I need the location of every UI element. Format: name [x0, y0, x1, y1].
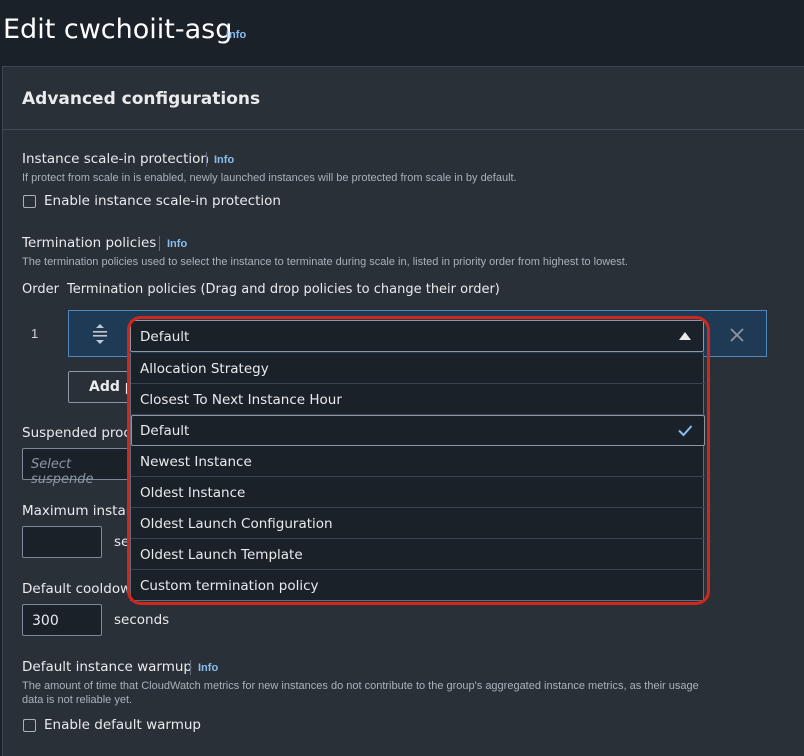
dropdown-option-label: Newest Instance	[140, 454, 252, 470]
dropdown-option-selected[interactable]: Default	[131, 415, 705, 446]
dropdown-option[interactable]: Custom termination policy	[131, 570, 705, 601]
default-cooldown-label: Default cooldow	[22, 581, 132, 597]
default-warmup-checkbox-label[interactable]: Enable default warmup	[44, 717, 201, 733]
policies-column-header: Termination policies (Drag and drop poli…	[67, 282, 500, 297]
panel-title: Advanced configurations	[22, 89, 261, 109]
warmup-description-line1: The amount of time that CloudWatch metri…	[22, 680, 699, 692]
max-instance-lifetime-label: Maximum instan	[22, 503, 135, 519]
termination-policies-label: Termination policies	[22, 235, 157, 251]
page-title: Edit cwchoiit-asg	[3, 14, 233, 45]
separator	[159, 236, 160, 251]
dropdown-option[interactable]: Allocation Strategy	[131, 353, 705, 384]
add-policy-button-label: Add p	[89, 379, 135, 395]
dropdown-option[interactable]: Oldest Launch Template	[131, 539, 705, 570]
termination-policy-select[interactable]: Default	[130, 320, 704, 352]
dropdown-option[interactable]: Newest Instance	[131, 446, 705, 477]
termination-policy-dropdown: Allocation Strategy Closest To Next Inst…	[130, 353, 705, 601]
dropdown-option-label: Oldest Launch Configuration	[140, 516, 333, 532]
max-instance-lifetime-input[interactable]	[22, 526, 102, 558]
dropdown-option-label: Default	[140, 423, 190, 439]
dropdown-option[interactable]: Oldest Launch Configuration	[131, 508, 705, 539]
scale-in-description: If protect from scale in is enabled, new…	[22, 172, 517, 184]
default-warmup-checkbox[interactable]	[23, 719, 36, 732]
dropdown-option[interactable]: Closest To Next Instance Hour	[131, 384, 705, 415]
dropdown-option-label: Custom termination policy	[140, 578, 319, 594]
dropdown-option[interactable]: Oldest Instance	[131, 477, 705, 508]
order-column-header: Order	[22, 282, 59, 297]
termination-policy-selected-value: Default	[140, 329, 190, 345]
max-instance-lifetime-unit: se	[114, 534, 130, 550]
suspended-processes-placeholder: Select suspende	[31, 457, 94, 487]
termination-info-link[interactable]: Info	[167, 238, 187, 250]
dropdown-option-label: Closest To Next Instance Hour	[140, 392, 342, 408]
warmup-info-link[interactable]: Info	[198, 662, 218, 674]
page-header: Edit cwchoiit-asg Info	[0, 0, 804, 66]
termination-description: The termination policies used to select …	[22, 256, 628, 268]
default-warmup-label: Default instance warmup	[22, 659, 193, 675]
scale-in-protection-label: Instance scale-in protection	[22, 151, 209, 167]
warmup-description-line2: data is not reliable yet.	[22, 694, 133, 706]
scale-in-protection-checkbox[interactable]	[23, 195, 36, 208]
page-info-link[interactable]: Info	[226, 29, 246, 41]
suspended-processes-select[interactable]: Select suspende	[22, 448, 130, 487]
dropdown-option-label: Oldest Launch Template	[140, 547, 303, 563]
drag-handle-icon[interactable]	[90, 322, 110, 346]
row-order-number: 1	[31, 326, 39, 341]
dropdown-option-label: Allocation Strategy	[140, 361, 269, 377]
default-cooldown-unit: seconds	[114, 612, 170, 628]
panel-header: Advanced configurations	[3, 67, 804, 130]
dropdown-option-label: Oldest Instance	[140, 485, 246, 501]
checkmark-icon	[676, 421, 694, 439]
separator	[206, 152, 207, 167]
default-cooldown-value: 300	[32, 613, 59, 629]
scale-in-protection-checkbox-label[interactable]: Enable instance scale-in protection	[44, 193, 281, 209]
suspended-processes-label: Suspended proce	[22, 425, 140, 441]
separator	[190, 660, 191, 675]
caret-up-icon	[679, 332, 691, 340]
default-cooldown-input[interactable]: 300	[22, 604, 102, 636]
scale-in-info-link[interactable]: Info	[214, 154, 234, 166]
remove-policy-close-icon[interactable]	[725, 322, 749, 348]
